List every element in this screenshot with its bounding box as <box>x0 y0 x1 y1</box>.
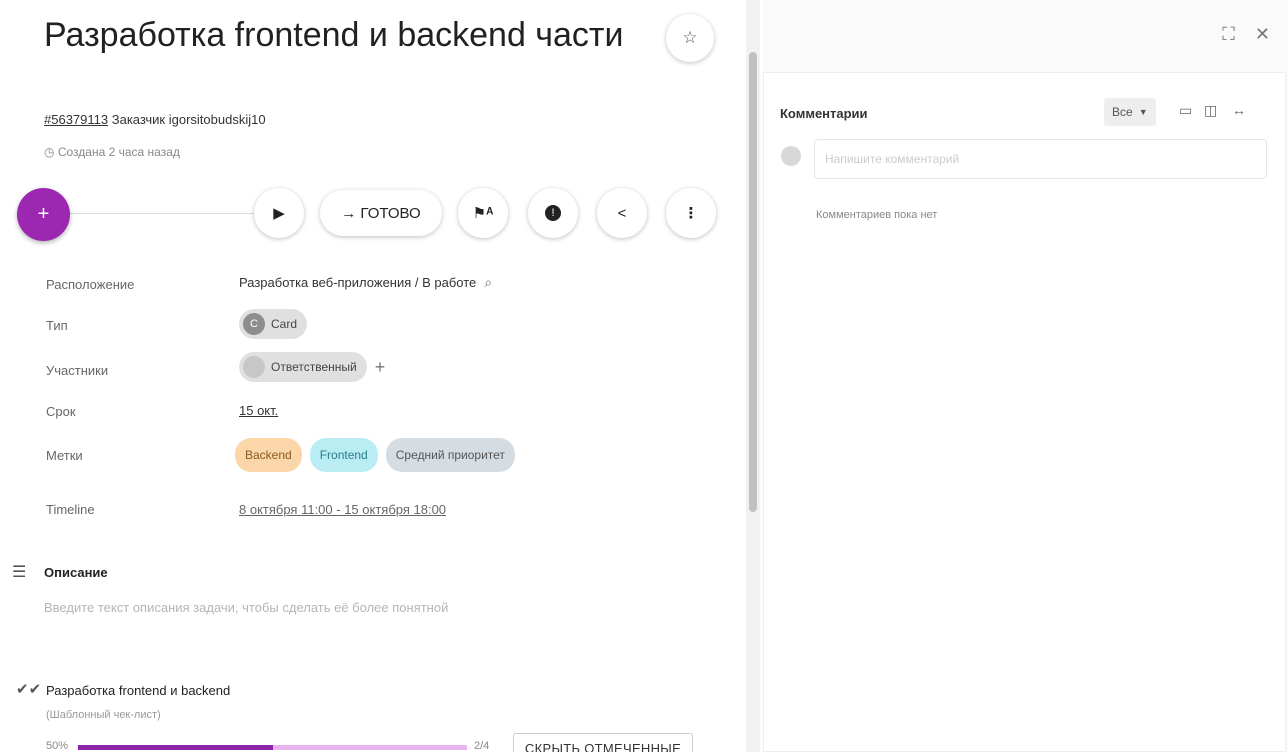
task-panel: Разработка frontend и backend части ☆ #5… <box>0 0 745 752</box>
type-chip[interactable]: C Card <box>239 309 308 339</box>
close-icon[interactable]: ✕ <box>1255 24 1270 45</box>
share-icon: < <box>617 204 627 222</box>
avatar <box>781 146 801 166</box>
checklist-percent: 50% <box>46 740 69 752</box>
participants-value: Ответственный + <box>239 352 385 382</box>
participants-label: Участники <box>46 363 109 378</box>
start-timer-button[interactable]: ▶ <box>254 188 304 238</box>
checklist-title[interactable]: Разработка frontend и backend <box>46 683 230 698</box>
star-icon: ☆ <box>682 28 698 47</box>
tag-backend[interactable]: Backend <box>235 438 302 472</box>
due-value[interactable]: 15 окт. <box>239 403 278 418</box>
timeline-value[interactable]: 8 октября 11:00 - 15 октября 18:00 <box>239 502 446 517</box>
info-icon: ! <box>545 205 561 221</box>
location-text[interactable]: Разработка веб-приложения / В работе <box>239 275 476 290</box>
type-label: Тип <box>46 318 68 333</box>
timeline-range[interactable]: 8 октября 11:00 - 15 октября 18:00 <box>239 502 446 517</box>
checklist-progress-bar <box>78 745 467 750</box>
description-icon: ☰ <box>12 564 27 581</box>
description-title: Описание <box>44 565 108 580</box>
location-value[interactable]: Разработка веб-приложения / В работе ⌕ <box>239 274 492 291</box>
add-button[interactable]: + <box>17 188 70 241</box>
clock-icon: ◷ <box>44 145 55 159</box>
tags-list: Backend Frontend Средний приоритет <box>235 438 515 472</box>
comments-title: Комментарии <box>780 106 868 121</box>
responsible-text: Ответственный <box>271 360 357 374</box>
checklist-icon: ✔✔ <box>16 681 42 698</box>
checklist-subtitle: (Шаблонный чек-лист) <box>46 709 161 721</box>
info-button[interactable]: ! <box>528 188 578 238</box>
add-participant-icon[interactable]: + <box>375 357 386 378</box>
comments-empty-text: Комментариев пока нет <box>816 209 938 221</box>
dock-bottom-icon[interactable]: ▭ <box>1179 102 1192 119</box>
checklist-count: 2/4 <box>474 740 490 752</box>
hide-checked-button[interactable]: СКРЫТЬ ОТМЕЧЕННЫЕ <box>513 733 693 752</box>
task-title[interactable]: Разработка frontend и backend части <box>44 12 644 59</box>
tags-label: Метки <box>46 448 83 463</box>
panel-controls: ⛶ ✕ <box>1222 24 1270 45</box>
task-number-link[interactable]: #56379113 <box>44 112 108 127</box>
timeline-label: Timeline <box>46 502 95 517</box>
due-date[interactable]: 15 окт. <box>239 403 278 418</box>
done-button[interactable]: → ГОТОВО <box>320 190 442 236</box>
more-vert-icon: ⋮ <box>683 205 699 222</box>
user-avatar <box>243 356 265 378</box>
toolbar-divider <box>70 213 260 214</box>
due-label: Срок <box>46 404 76 419</box>
task-meta: #56379113 Заказчик igorsitobudskij10 <box>44 112 266 127</box>
dock-side-icon[interactable]: ◫ <box>1204 102 1217 119</box>
flag-icon: ⚑ᴬ <box>472 205 494 222</box>
share-button[interactable]: < <box>597 188 647 238</box>
tag-medium-priority[interactable]: Средний приоритет <box>385 438 515 472</box>
flag-button[interactable]: ⚑ᴬ <box>458 188 508 238</box>
favorite-button[interactable]: ☆ <box>666 14 714 62</box>
responsible-chip[interactable]: Ответственный <box>239 352 367 382</box>
collapse-icon[interactable]: ↔ <box>1232 102 1246 118</box>
checklist-progress-fill <box>78 745 273 750</box>
description-input[interactable]: Введите текст описания задачи, чтобы сде… <box>44 600 448 615</box>
created-info: ◷ Создана 2 часа назад <box>44 145 180 159</box>
comments-panel: ⛶ ✕ Комментарии Все ▼ ▭ ◫ ↔ Напишите ком… <box>763 0 1288 752</box>
type-value[interactable]: C Card <box>239 309 308 339</box>
location-label: Расположение <box>46 277 135 292</box>
tag-frontend[interactable]: Frontend <box>309 438 378 472</box>
chevron-down-icon: ▼ <box>1138 107 1148 117</box>
type-avatar: C <box>243 313 265 335</box>
comments-filter-select[interactable]: Все ▼ <box>1104 98 1156 126</box>
plus-icon: + <box>37 203 50 225</box>
type-text: Card <box>271 317 298 331</box>
comment-input[interactable]: Напишите комментарий <box>814 139 1267 179</box>
scrollbar-thumb[interactable] <box>749 52 757 512</box>
filter-value: Все <box>1112 105 1133 119</box>
play-icon: ▶ <box>273 205 285 222</box>
search-icon[interactable]: ⌕ <box>484 274 492 291</box>
customer-label: Заказчик igorsitobudskij10 <box>111 112 266 127</box>
fullscreen-icon[interactable]: ⛶ <box>1222 24 1235 45</box>
comments-card: Комментарии Все ▼ ▭ ◫ ↔ Напишите коммент… <box>763 72 1286 752</box>
created-text: Создана 2 часа назад <box>57 145 180 159</box>
done-label: → ГОТОВО <box>341 204 421 222</box>
more-button[interactable]: ⋮ <box>666 188 716 238</box>
